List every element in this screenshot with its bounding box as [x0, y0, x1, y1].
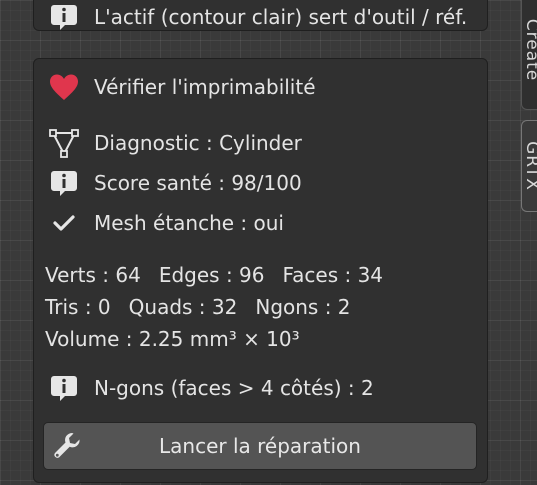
stats-line-3: Volume : 2.25 mm³ × 10³: [45, 327, 318, 351]
previous-panel-text: L'actif (contour clair) sert d'outil / r…: [94, 5, 468, 29]
faces-count: Faces : 34: [282, 263, 384, 287]
ngons-count: Ngons : 2: [255, 295, 351, 319]
heart-icon: [48, 71, 80, 103]
tab-grtx[interactable]: GRTX: [521, 120, 537, 212]
watertight-row: Mesh étanche : oui: [48, 207, 284, 239]
tab-grtx-label: GRTX: [521, 141, 537, 191]
tab-create-label: Create: [521, 18, 537, 82]
tab-create[interactable]: Create: [521, 0, 537, 110]
tris-count: Tris : 0: [45, 295, 111, 319]
panel-title: Vérifier l'imprimabilité: [94, 75, 316, 99]
previous-panel-row: L'actif (contour clair) sert d'outil / r…: [48, 1, 467, 33]
mesh-triangle-icon: [48, 127, 80, 159]
wrench-icon: [52, 431, 82, 465]
diagnostic-text: Diagnostic : Cylinder: [94, 131, 302, 155]
stats-line-2: Tris : 0 Quads : 32 Ngons : 2: [45, 295, 369, 319]
watertight-text: Mesh étanche : oui: [94, 211, 284, 235]
volume-value: Volume : 2.25 mm³ × 10³: [45, 327, 300, 351]
score-text: Score santé : 98/100: [94, 171, 302, 195]
stats-line-1: Verts : 64 Edges : 96 Faces : 34: [45, 263, 401, 287]
ngons-info-row: N-gons (faces > 4 côtés) : 2: [48, 372, 374, 404]
info-icon: [48, 167, 80, 199]
edges-count: Edges : 96: [158, 263, 265, 287]
panel-header[interactable]: Vérifier l'imprimabilité: [48, 71, 316, 103]
ngons-info-text: N-gons (faces > 4 côtés) : 2: [94, 376, 374, 400]
info-icon: [48, 372, 80, 404]
score-row: Score santé : 98/100: [48, 167, 302, 199]
repair-button-label: Lancer la réparation: [159, 434, 361, 458]
checkmark-icon: [48, 207, 80, 239]
repair-button[interactable]: Lancer la réparation: [43, 422, 477, 470]
verts-count: Verts : 64: [45, 263, 141, 287]
info-icon: [48, 1, 80, 33]
printability-panel: Vérifier l'imprimabilité Diagnostic : Cy…: [33, 58, 488, 483]
diagnostic-row: Diagnostic : Cylinder: [48, 127, 302, 159]
quads-count: Quads : 32: [128, 295, 238, 319]
previous-panel: L'actif (contour clair) sert d'outil / r…: [33, 0, 488, 31]
